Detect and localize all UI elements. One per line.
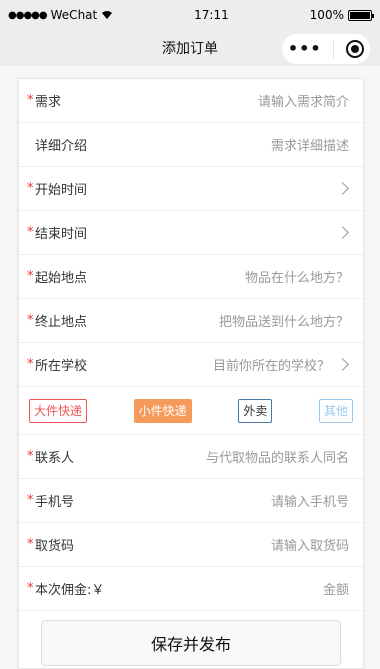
end-time-label: 结束时间 bbox=[35, 227, 88, 242]
status-right: 100% bbox=[309, 8, 374, 22]
pickup-code-input[interactable]: 请输入取货码 bbox=[271, 535, 349, 554]
navbar: 添加订单 ••• bbox=[0, 30, 380, 66]
battery-icon bbox=[347, 9, 374, 21]
save-area: 保存并发布 bbox=[19, 611, 363, 669]
required-mark: * bbox=[27, 181, 34, 196]
capsule-divider bbox=[333, 40, 335, 58]
close-target-icon[interactable] bbox=[346, 40, 365, 58]
wifi-icon bbox=[102, 11, 113, 19]
type-takeout[interactable]: 外卖 bbox=[238, 398, 273, 423]
type-small-package[interactable]: 小件快递 bbox=[133, 398, 192, 423]
required-mark: * bbox=[27, 493, 34, 508]
page-title: 添加订单 bbox=[162, 41, 218, 57]
mini-program-capsule: ••• bbox=[282, 34, 370, 64]
detail-row[interactable]: 详细介绍 需求详细描述 bbox=[19, 123, 363, 167]
school-row[interactable]: * 所在学校 目前你所在的学校？ bbox=[19, 343, 363, 387]
phone-row[interactable]: * 手机号 请输入手机号 bbox=[19, 479, 363, 523]
required-mark: * bbox=[27, 449, 34, 464]
start-location-row[interactable]: * 起始地点 物品在什么地方？ bbox=[19, 255, 363, 299]
type-large-package[interactable]: 大件快递 bbox=[29, 398, 88, 423]
required-mark: * bbox=[27, 581, 34, 596]
required-mark: * bbox=[27, 93, 34, 108]
start-time-row[interactable]: * 开始时间 bbox=[19, 167, 363, 211]
commission-label: 本次佣金:￥ bbox=[35, 583, 105, 598]
school-value: 目前你所在的学校？ bbox=[212, 359, 330, 374]
pickup-code-label: 取货码 bbox=[35, 539, 75, 554]
end-time-row[interactable]: * 结束时间 bbox=[19, 211, 363, 255]
chevron-right-icon bbox=[336, 182, 349, 195]
commission-row[interactable]: * 本次佣金:￥ 金额 bbox=[19, 567, 363, 611]
commission-input[interactable]: 金额 bbox=[323, 579, 349, 598]
start-location-input[interactable]: 物品在什么地方？ bbox=[245, 267, 349, 286]
carrier-label: WeChat bbox=[50, 8, 98, 22]
school-label: 所在学校 bbox=[35, 359, 88, 374]
type-selector: 大件快递 小件快递 外卖 其他 bbox=[19, 387, 363, 435]
start-time-label: 开始时间 bbox=[35, 183, 88, 198]
phone-label: 手机号 bbox=[35, 495, 75, 510]
required-mark: * bbox=[27, 269, 34, 284]
detail-label: 详细介绍 bbox=[35, 139, 88, 154]
required-mark: * bbox=[27, 225, 34, 240]
end-location-input[interactable]: 把物品送到什么地方？ bbox=[219, 311, 349, 330]
demand-input[interactable]: 请输入需求简介 bbox=[258, 91, 349, 110]
signal-icon: ●●●●● bbox=[8, 9, 48, 21]
required-mark: * bbox=[27, 537, 34, 552]
status-time: 17:11 bbox=[194, 8, 229, 22]
order-form: * 需求 请输入需求简介 详细介绍 需求详细描述 * 开始时间 * 结束时间 * 起始地… bbox=[18, 78, 364, 669]
page-body: * 需求 请输入需求简介 详细介绍 需求详细描述 * 开始时间 * 结束时间 * 起始地… bbox=[0, 66, 380, 669]
required-mark: * bbox=[27, 313, 34, 328]
demand-label: 需求 bbox=[35, 95, 62, 110]
chevron-right-icon bbox=[336, 226, 349, 239]
status-left: ●●●●● WeChat bbox=[8, 8, 113, 22]
save-publish-button[interactable]: 保存并发布 bbox=[41, 620, 341, 666]
chevron-right-icon bbox=[336, 358, 349, 371]
pickup-code-row[interactable]: * 取货码 请输入取货码 bbox=[19, 523, 363, 567]
detail-input[interactable]: 需求详细描述 bbox=[271, 135, 349, 154]
end-location-label: 终止地点 bbox=[35, 315, 88, 330]
type-other[interactable]: 其他 bbox=[318, 398, 353, 423]
battery-label: 100% bbox=[309, 8, 344, 22]
end-location-row[interactable]: * 终止地点 把物品送到什么地方？ bbox=[19, 299, 363, 343]
phone-input[interactable]: 请输入手机号 bbox=[271, 491, 349, 510]
contact-input[interactable]: 与代取物品的联系人同名 bbox=[206, 447, 349, 466]
start-location-label: 起始地点 bbox=[35, 271, 88, 286]
required-mark: * bbox=[27, 357, 34, 372]
contact-row[interactable]: * 联系人 与代取物品的联系人同名 bbox=[19, 435, 363, 479]
contact-label: 联系人 bbox=[35, 451, 75, 466]
status-bar: ●●●●● WeChat 17:11 100% bbox=[0, 0, 380, 30]
more-icon[interactable]: ••• bbox=[288, 41, 322, 57]
demand-row[interactable]: * 需求 请输入需求简介 bbox=[19, 79, 363, 123]
